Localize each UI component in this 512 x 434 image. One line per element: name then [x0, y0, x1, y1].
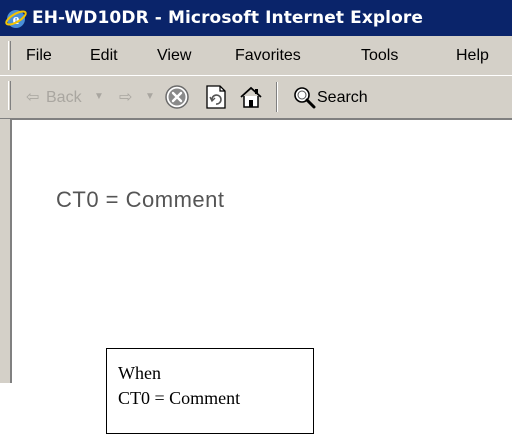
window-title: EH-WD10DR - Microsoft Internet Explore — [32, 8, 423, 28]
back-arrow-icon[interactable]: ⇦ — [26, 87, 39, 107]
menu-favorites[interactable]: Favorites — [235, 47, 301, 65]
search-icon[interactable] — [292, 84, 316, 115]
menu-file[interactable]: File — [26, 47, 52, 65]
callout-line-1: When — [118, 363, 161, 383]
menubar-grip[interactable] — [8, 41, 11, 70]
title-bar[interactable]: e EH-WD10DR - Microsoft Internet Explore — [0, 0, 512, 36]
search-button[interactable]: Search — [317, 89, 368, 107]
refresh-icon[interactable] — [204, 84, 228, 115]
menu-tools[interactable]: Tools — [361, 47, 398, 65]
callout-line-2: CT0 = Comment — [118, 388, 241, 408]
window-left-frame — [0, 119, 10, 383]
toolbar-grip[interactable] — [8, 81, 11, 110]
home-icon[interactable] — [238, 84, 264, 115]
browser-window: e EH-WD10DR - Microsoft Internet Explore… — [0, 0, 512, 383]
menu-view[interactable]: View — [157, 47, 191, 65]
menu-edit[interactable]: Edit — [90, 47, 118, 65]
stop-icon[interactable] — [164, 84, 190, 115]
internet-explorer-icon: e — [4, 6, 28, 30]
toolbar-separator — [276, 82, 278, 112]
menu-help[interactable]: Help — [456, 47, 489, 65]
menu-bar: File Edit View Favorites Tools Help — [0, 36, 512, 76]
page-content: CT0 = Comment — [10, 119, 512, 383]
forward-button[interactable]: ⇨ — [119, 87, 132, 107]
toolbar: ⇦ Back ▼ ⇨ ▼ Search — [0, 76, 512, 119]
content-text: CT0 = Comment — [56, 187, 225, 212]
back-button[interactable]: Back — [46, 89, 82, 107]
forward-dropdown-icon[interactable]: ▼ — [145, 91, 155, 102]
back-dropdown-icon[interactable]: ▼ — [94, 91, 104, 102]
callout-box: When CT0 = Comment — [106, 348, 314, 434]
